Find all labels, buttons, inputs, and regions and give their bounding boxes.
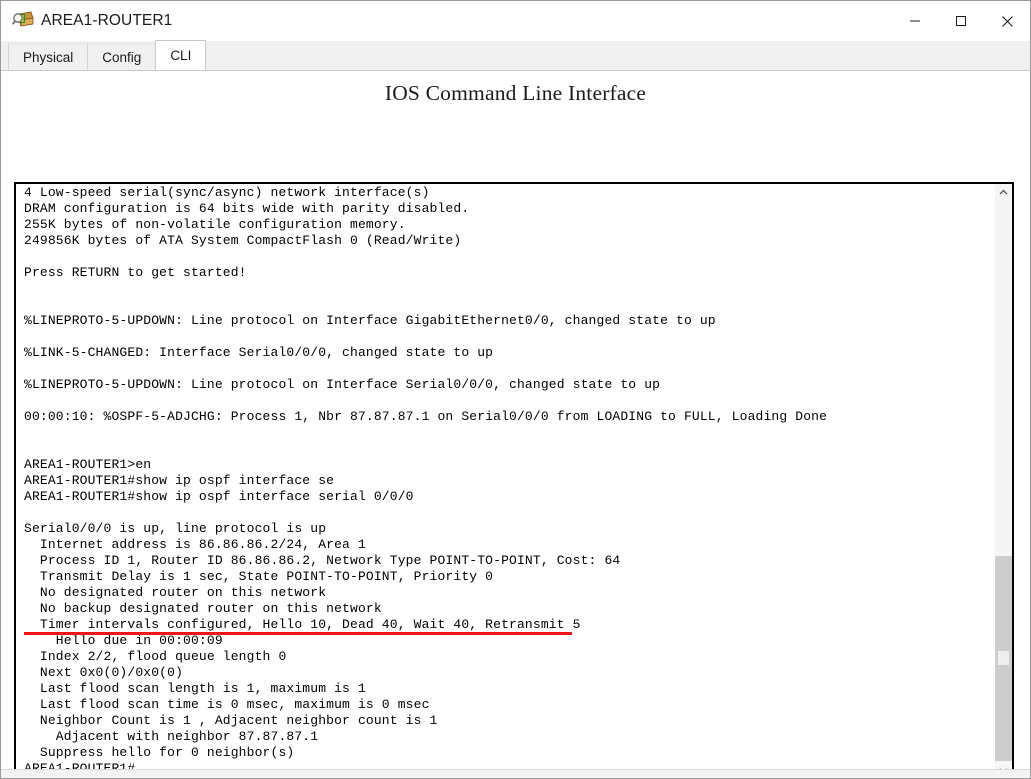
terminal-line: No designated router on this network xyxy=(24,585,327,600)
terminal-line: AREA1-ROUTER1>en xyxy=(24,457,152,472)
terminal-line: 255K bytes of non-volatile configuration… xyxy=(24,217,406,232)
terminal-line: Process ID 1, Router ID 86.86.86.2, Netw… xyxy=(24,553,621,568)
packet-tracer-router-icon xyxy=(12,11,34,31)
terminal-line: 00:00:10: %OSPF-5-ADJCHG: Process 1, Nbr… xyxy=(24,409,828,424)
terminal-line: 4 Low-speed serial(sync/async) network i… xyxy=(24,185,430,200)
close-icon[interactable] xyxy=(984,1,1030,41)
terminal-line: No backup designated router on this netw… xyxy=(24,601,382,616)
terminal-line: Serial0/0/0 is up, line protocol is up xyxy=(24,521,327,536)
terminal-container: 4 Low-speed serial(sync/async) network i… xyxy=(14,182,1014,778)
window-controls xyxy=(892,1,1030,41)
scrollbar-grip xyxy=(998,651,1009,665)
terminal-line: Last flood scan time is 0 msec, maximum … xyxy=(24,697,430,712)
terminal-line: Hello due in 00:00:09 xyxy=(24,633,223,648)
minimize-icon[interactable] xyxy=(892,1,938,41)
maximize-icon[interactable] xyxy=(938,1,984,41)
terminal-line: 249856K bytes of ATA System CompactFlash… xyxy=(24,233,462,248)
terminal-line: DRAM configuration is 64 bits wide with … xyxy=(24,201,470,216)
terminal-output[interactable]: 4 Low-speed serial(sync/async) network i… xyxy=(16,184,994,778)
cli-window: AREA1-ROUTER1 Physical Config CLI IOS Co… xyxy=(0,0,1031,779)
page-title: IOS Command Line Interface xyxy=(384,81,647,105)
cli-panel: IOS Command Line Interface 4 Low-speed s… xyxy=(1,71,1030,778)
terminal-line: Internet address is 86.86.86.2/24, Area … xyxy=(24,537,366,552)
terminal-scrollbar[interactable] xyxy=(994,184,1012,778)
window-title: AREA1-ROUTER1 xyxy=(41,12,173,29)
tab-physical[interactable]: Physical xyxy=(8,43,89,70)
tab-strip: Physical Config CLI xyxy=(1,40,1030,71)
terminal-line: %LINEPROTO-5-UPDOWN: Line protocol on In… xyxy=(24,377,661,392)
terminal-line: Adjacent with neighbor 87.87.87.1 xyxy=(24,729,319,744)
terminal-line: %LINK-5-CHANGED: Interface Serial0/0/0, … xyxy=(24,345,494,360)
terminal-line: AREA1-ROUTER1#show ip ospf interface ser… xyxy=(24,489,414,504)
terminal-line: Next 0x0(0)/0x0(0) xyxy=(24,665,184,680)
terminal-line: Timer intervals configured, Hello 10, De… xyxy=(24,617,994,635)
terminal-line: Suppress hello for 0 neighbor(s) xyxy=(24,745,295,760)
tab-config[interactable]: Config xyxy=(87,43,157,70)
window-bottom-strip xyxy=(1,769,1030,778)
title-bar: AREA1-ROUTER1 xyxy=(1,1,1030,41)
terminal-line: Index 2/2, flood queue length 0 xyxy=(24,649,287,664)
terminal-line: Transmit Delay is 1 sec, State POINT-TO-… xyxy=(24,569,494,584)
tab-cli[interactable]: CLI xyxy=(155,40,207,70)
terminal-line: AREA1-ROUTER1#show ip ospf interface se xyxy=(24,473,335,488)
scrollbar-thumb[interactable] xyxy=(995,556,1012,761)
chevron-up-icon[interactable] xyxy=(995,184,1012,201)
terminal-line: Press RETURN to get started! xyxy=(24,265,247,280)
terminal-line: Neighbor Count is 1 , Adjacent neighbor … xyxy=(24,713,438,728)
terminal-line: Last flood scan length is 1, maximum is … xyxy=(24,681,366,696)
terminal-line: %LINEPROTO-5-UPDOWN: Line protocol on In… xyxy=(24,313,716,328)
